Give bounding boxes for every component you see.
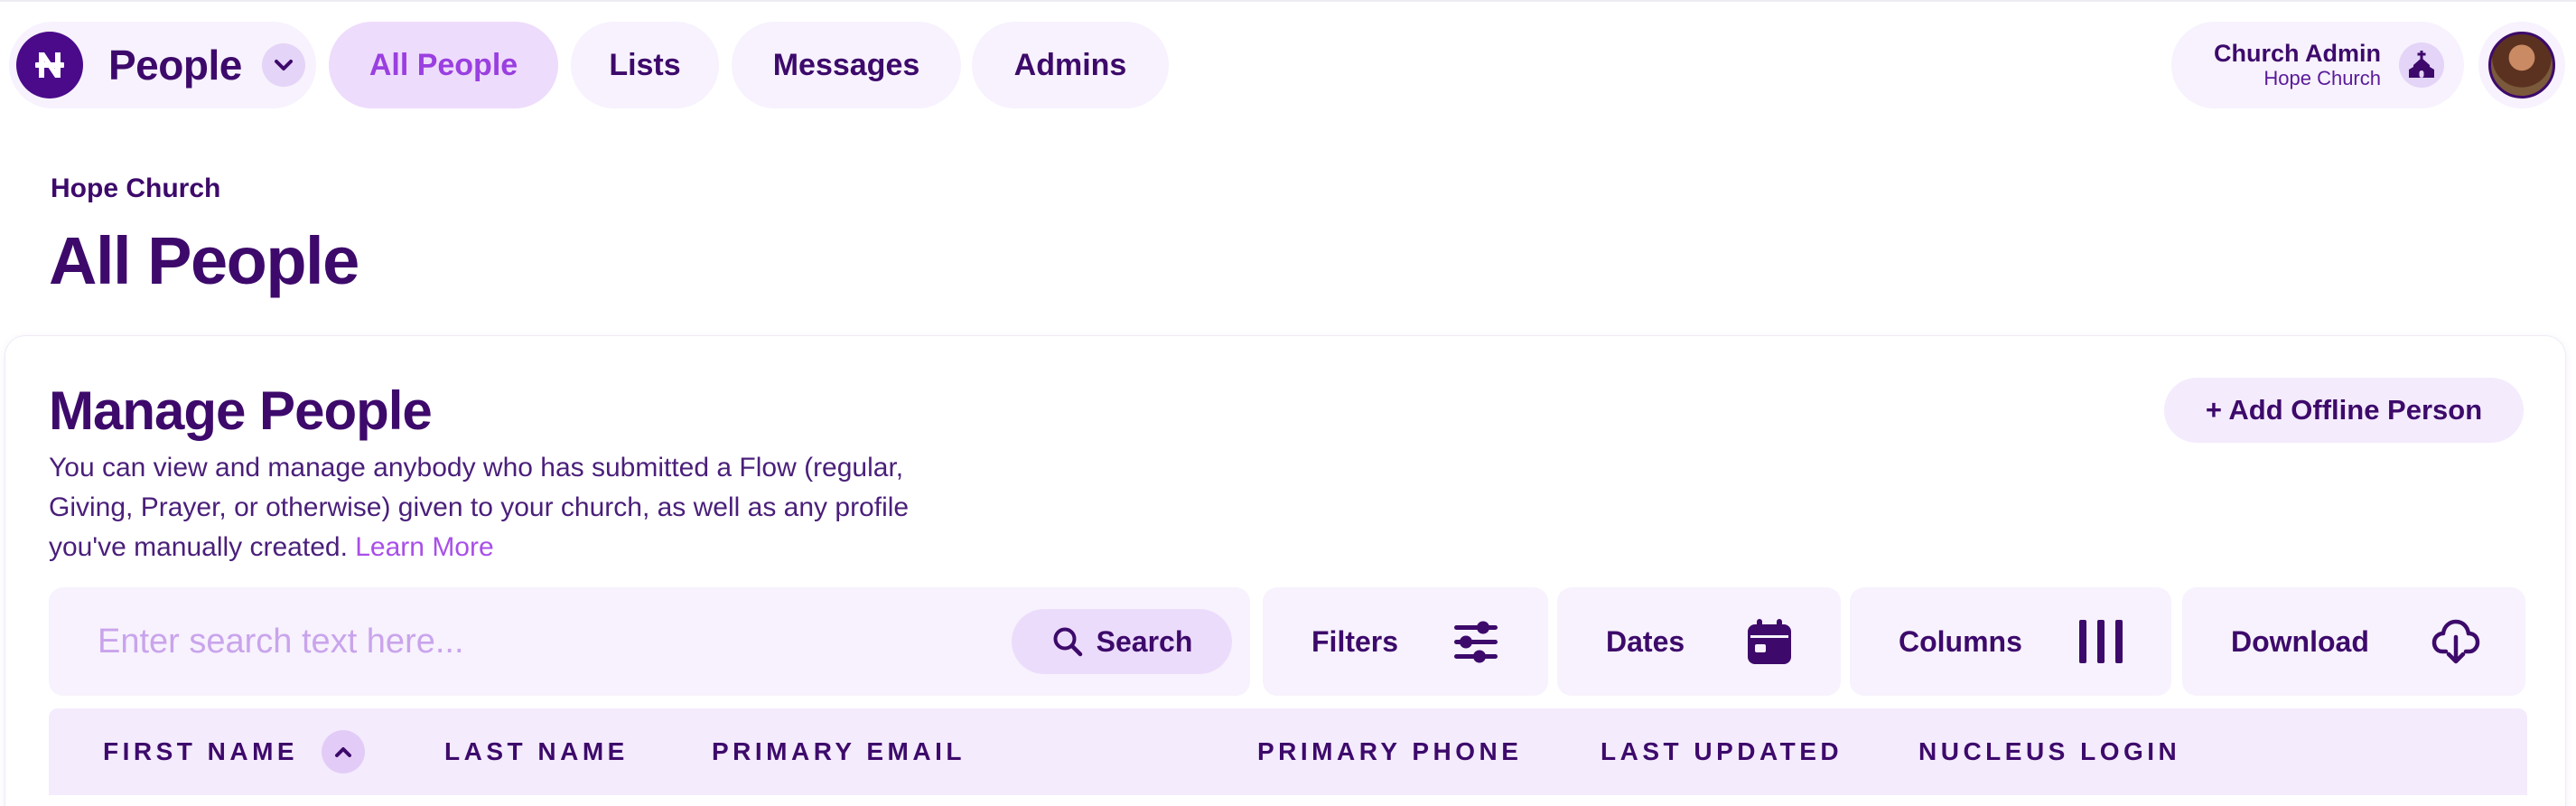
chevron-down-icon[interactable] [261,43,305,87]
add-offline-person-button[interactable]: + Add Offline Person [2164,378,2524,443]
dates-button[interactable]: Dates [1557,587,1841,696]
columns-icon [2079,620,2123,663]
learn-more-link[interactable]: Learn More [355,532,493,562]
download-button[interactable]: Download [2182,587,2525,696]
search-icon [1053,627,1082,657]
tab-lists[interactable]: Lists [571,22,719,108]
app-name: People [108,42,242,89]
column-header-first-name[interactable]: FIRST NAME [103,708,366,795]
dates-label: Dates [1606,624,1685,658]
avatar[interactable] [2488,32,2555,98]
filters-label: Filters [1311,624,1399,658]
chevron-up-icon[interactable] [322,730,366,773]
search-bar: Search [49,587,1250,696]
account-info: Church Admin Hope Church [2214,42,2381,89]
column-header-last-updated[interactable]: LAST UPDATED [1601,708,1843,795]
tab-admins[interactable]: Admins [972,22,1169,108]
filters-button[interactable]: Filters [1263,587,1548,696]
manage-people-card: Manage People You can view and manage an… [5,336,2565,806]
sliders-icon [1454,621,1498,663]
columns-button[interactable]: Columns [1850,587,2171,696]
column-header-last-name[interactable]: LAST NAME [444,708,629,795]
search-button-label: Search [1096,624,1193,658]
page-title: All People [49,223,359,298]
top-border [0,0,2576,2]
account-role: Church Admin [2214,40,2381,67]
nucleus-logo-icon[interactable] [16,32,83,98]
tab-all-people[interactable]: All People [329,22,558,108]
download-label: Download [2231,624,2369,658]
search-button[interactable]: Search [1012,609,1232,674]
card-title: Manage People [49,380,433,441]
tab-messages[interactable]: Messages [732,22,961,108]
church-icon [2399,42,2444,88]
account-organization: Hope Church [2263,67,2381,89]
cloud-download-icon [2431,619,2480,664]
column-header-label: FIRST NAME [103,737,299,765]
column-header-nucleus-login[interactable]: NUCLEUS LOGIN [1918,708,2180,795]
columns-label: Columns [1899,624,2022,658]
calendar-icon [1748,619,1791,664]
column-header-primary-phone[interactable]: PRIMARY PHONE [1257,708,1522,795]
card-description: You can view and manage anybody who has … [49,448,916,567]
account-switcher[interactable]: Church Admin Hope Church [2171,22,2464,108]
breadcrumb[interactable]: Hope Church [51,173,220,204]
app-switcher[interactable]: People [9,22,316,108]
search-input[interactable] [98,614,983,669]
table-header: FIRST NAME LAST NAME PRIMARY EMAIL PRIMA… [49,708,2527,795]
column-header-primary-email[interactable]: PRIMARY EMAIL [712,708,966,795]
user-menu[interactable] [2478,22,2565,108]
